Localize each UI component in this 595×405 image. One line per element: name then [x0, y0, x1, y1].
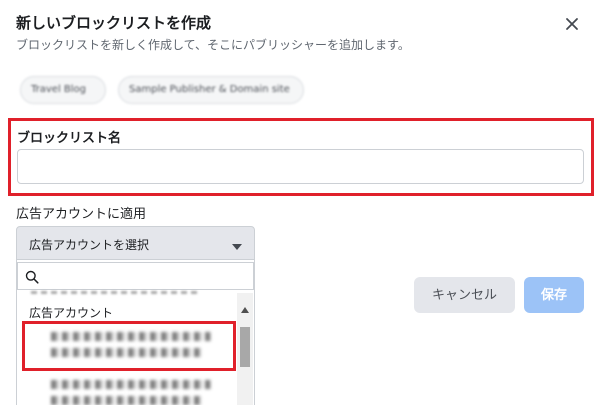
scroll-up-icon[interactable]: [241, 298, 249, 317]
cancel-button[interactable]: キャンセル: [414, 277, 515, 313]
dialog-title: 新しいブロックリストを作成: [16, 14, 212, 32]
ad-accounts-label: 広告アカウントに適用: [16, 207, 147, 222]
cutoff-option-text: [31, 291, 201, 294]
save-button[interactable]: 保存: [524, 277, 584, 313]
ad-account-select[interactable]: 広告アカウントを選択: [16, 226, 255, 260]
blocklist-name-label: ブロックリスト名: [17, 131, 122, 146]
ad-account-option[interactable]: [23, 370, 237, 405]
search-icon: [25, 269, 39, 288]
ad-account-option-id: [51, 396, 201, 405]
ad-account-option-id: [51, 348, 201, 357]
ad-account-option[interactable]: [23, 322, 237, 368]
ad-account-select-label: 広告アカウントを選択: [29, 238, 150, 252]
ad-account-dropdown: 広告アカウント: [16, 260, 255, 405]
caret-down-icon: [231, 240, 243, 254]
dropdown-scrollbar[interactable]: [237, 293, 253, 405]
scrollbar-thumb[interactable]: [240, 327, 250, 367]
ad-account-search-input[interactable]: [44, 266, 244, 286]
ad-account-option-name: [51, 380, 211, 389]
close-icon[interactable]: [560, 12, 584, 36]
ad-accounts-section-label: 広告アカウント: [29, 306, 114, 320]
dialog-subtitle: ブロックリストを新しく作成して、そこにパブリッシャーを追加します。: [16, 38, 410, 52]
ad-account-option-name: [51, 332, 211, 341]
suggestion-chip[interactable]: Travel Blog: [20, 76, 106, 104]
suggestion-chip[interactable]: Sample Publisher & Domain site: [118, 76, 304, 104]
blocklist-name-input[interactable]: [17, 149, 584, 184]
ad-account-search: [17, 262, 254, 290]
